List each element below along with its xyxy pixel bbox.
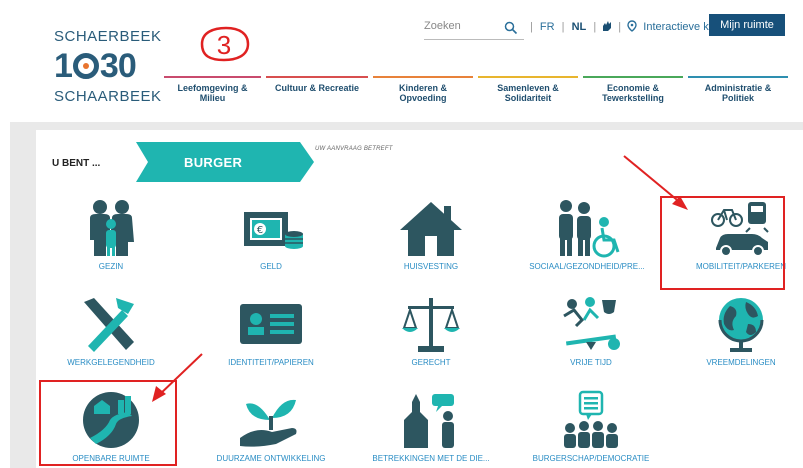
nav-label-line1: Leefomgeving & — [177, 83, 248, 93]
category-identiteit[interactable]: IDENTITEIT/PAPIEREN — [196, 290, 346, 372]
annotation-number: 3 — [217, 30, 231, 60]
top-links: | FR | NL | | Interactieve kaart — [530, 20, 728, 33]
social-health-icon — [559, 200, 620, 258]
nav-label-line2: Tewerkstelling — [602, 93, 664, 103]
nav-label-line2: Opvoeding — [399, 93, 447, 103]
nav-item-kinderen[interactable]: Kinderen & Opvoeding — [373, 76, 473, 110]
logo-line2: SCHAARBEEK — [54, 88, 162, 105]
location-pin-icon — [627, 20, 637, 32]
annotation-arrow-openbare-ruimte — [152, 353, 203, 402]
search-placeholder: Zoeken — [424, 20, 461, 32]
category-label: GEZIN — [98, 262, 124, 271]
globe-icon — [718, 298, 764, 352]
scales-icon — [402, 298, 460, 352]
nav-label-line2: Solidariteit — [504, 93, 552, 103]
house-icon — [400, 202, 462, 256]
nav-item-samenleven[interactable]: Samenleven & Solidariteit — [478, 76, 578, 110]
nav-item-economie[interactable]: Economie & Tewerkstelling — [583, 76, 683, 110]
category-vreemdelingen[interactable]: VREEMDELINGEN — [666, 290, 803, 372]
category-label: GERECHT — [411, 358, 451, 367]
citizenship-icon — [564, 390, 618, 448]
id-card-icon — [240, 304, 302, 344]
profile-tab-burger[interactable] — [136, 142, 314, 182]
logo-number: 1 30 — [54, 47, 137, 85]
category-duurzame-ontwikkeling[interactable]: DUURZAME ONTWIKKELING — [196, 386, 346, 468]
category-label: HUISVESTING — [403, 262, 459, 271]
nav-label-line2: Politiek — [721, 93, 754, 103]
category-betrekkingen[interactable]: BETREKKINGEN MET DE DIE... — [356, 386, 506, 468]
plant-hand-icon — [240, 399, 297, 447]
category-label: BURGERSCHAP/DEMOCRATIE — [532, 454, 650, 463]
category-geld[interactable]: € GELD — [196, 194, 346, 276]
tools-icon — [84, 298, 134, 352]
request-label: UW AANVRAAG BETREFT — [315, 146, 393, 152]
nav-label-line1: Kinderen & — [398, 83, 447, 93]
nav-label-line1: Economie & — [606, 83, 659, 93]
lang-nl-link[interactable]: NL — [572, 21, 587, 33]
logo-line1: SCHAERBEEK — [54, 28, 162, 45]
category-huisvesting[interactable]: HUISVESTING — [356, 194, 506, 276]
search-icon[interactable] — [504, 21, 518, 35]
svg-text:€: € — [257, 225, 263, 236]
you-are-label: U BENT ... — [52, 158, 101, 169]
family-icon — [90, 200, 134, 256]
nav-label-line2: Milieu — [199, 93, 226, 103]
category-gerecht[interactable]: GERECHT — [356, 290, 506, 372]
my-space-button[interactable]: Mijn ruimte — [709, 14, 785, 36]
category-label: GELD — [260, 262, 282, 271]
city-hall-icon — [404, 394, 454, 448]
annotation-arrow-mobiliteit — [623, 155, 688, 210]
lang-fr-link[interactable]: FR — [540, 21, 555, 33]
nav-item-cultuur[interactable]: Cultuur & Recreatie — [266, 76, 368, 110]
nav-label-line1: Cultuur & Recreatie — [274, 83, 360, 93]
sign-language-icon[interactable] — [601, 20, 613, 32]
schaerbeek-logo[interactable]: SCHAERBEEK 1 30 SCHAARBEEK — [54, 22, 161, 106]
category-label: IDENTITEIT/PAPIEREN — [228, 358, 314, 367]
category-label: BETREKKINGEN MET DE DIE... — [372, 454, 490, 463]
category-label: VRIJE TIJD — [570, 358, 612, 367]
nav-label-line1: Samenleven & — [497, 83, 559, 93]
category-label: SOCIAAL/GEZONDHEID/PRE... — [529, 262, 645, 271]
nav-item-administratie[interactable]: Administratie & Politiek — [688, 76, 788, 110]
annotation-circled-number: 3 — [200, 26, 250, 62]
category-vrije-tijd[interactable]: VRIJE TIJD — [516, 290, 666, 372]
money-icon: € — [244, 212, 303, 249]
nav-item-leefomgeving[interactable]: Leefomgeving & Milieu — [164, 76, 261, 110]
search-input[interactable]: Zoeken — [424, 18, 524, 40]
nav-label-line1: Administratie & — [704, 83, 772, 93]
category-label: VREEMDELINGEN — [706, 358, 776, 367]
leisure-icon — [563, 297, 620, 350]
category-gezin[interactable]: GEZIN — [36, 194, 186, 276]
category-label: DUURZAME ONTWIKKELING — [216, 454, 326, 463]
category-burgerschap[interactable]: BURGERSCHAP/DEMOCRATIE — [516, 386, 666, 468]
